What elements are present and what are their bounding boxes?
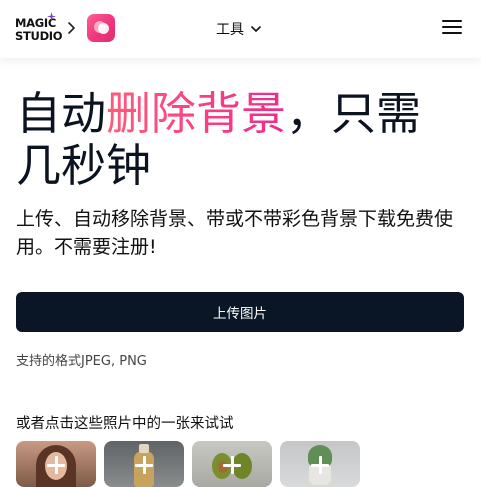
hamburger-line	[442, 32, 462, 34]
sample-photos-list	[16, 441, 360, 487]
hero-title-highlight: 删除背景	[106, 87, 287, 140]
logo-line-2: STUDIO	[15, 28, 63, 43]
tools-dropdown[interactable]: 工具	[216, 19, 262, 39]
sparkle-icon	[47, 12, 56, 21]
supported-formats-text: 支持的格式JPEG, PNG	[16, 354, 147, 369]
hero-title: 自动删除背景，只需几秒钟	[16, 88, 466, 192]
add-icon	[223, 456, 241, 474]
hero-title-prefix: 自动	[16, 87, 107, 140]
upload-image-button[interactable]: 上传图片	[16, 292, 464, 332]
tools-dropdown-label: 工具	[216, 22, 244, 38]
sample-photo-avocado[interactable]	[192, 441, 272, 487]
magic-studio-logo[interactable]: MAGIC STUDIO	[15, 12, 63, 43]
add-icon	[135, 456, 153, 474]
sample-photo-plant[interactable]	[280, 441, 360, 487]
top-navigation-bar: MAGIC STUDIO 工具	[0, 0, 481, 58]
add-icon	[47, 456, 65, 474]
hamburger-line	[442, 20, 462, 22]
app-icon-circle-front	[98, 23, 109, 34]
hamburger-menu-icon[interactable]	[442, 20, 462, 36]
chevron-down-icon	[251, 26, 261, 32]
sample-photo-bottle[interactable]	[104, 441, 184, 487]
hero-subtitle: 上传、自动移除背景、带或不带彩色背景下载免费使用。不需要注册!	[16, 208, 454, 258]
sample-photos-label: 或者点击这些照片中的一张来试试	[16, 416, 234, 432]
add-icon	[311, 456, 329, 474]
hamburger-line	[442, 26, 462, 28]
chevron-right-icon	[68, 22, 75, 34]
background-remover-app-icon[interactable]	[87, 14, 115, 42]
sample-photo-portrait[interactable]	[16, 441, 96, 487]
bottle-cap-shape	[139, 444, 149, 453]
